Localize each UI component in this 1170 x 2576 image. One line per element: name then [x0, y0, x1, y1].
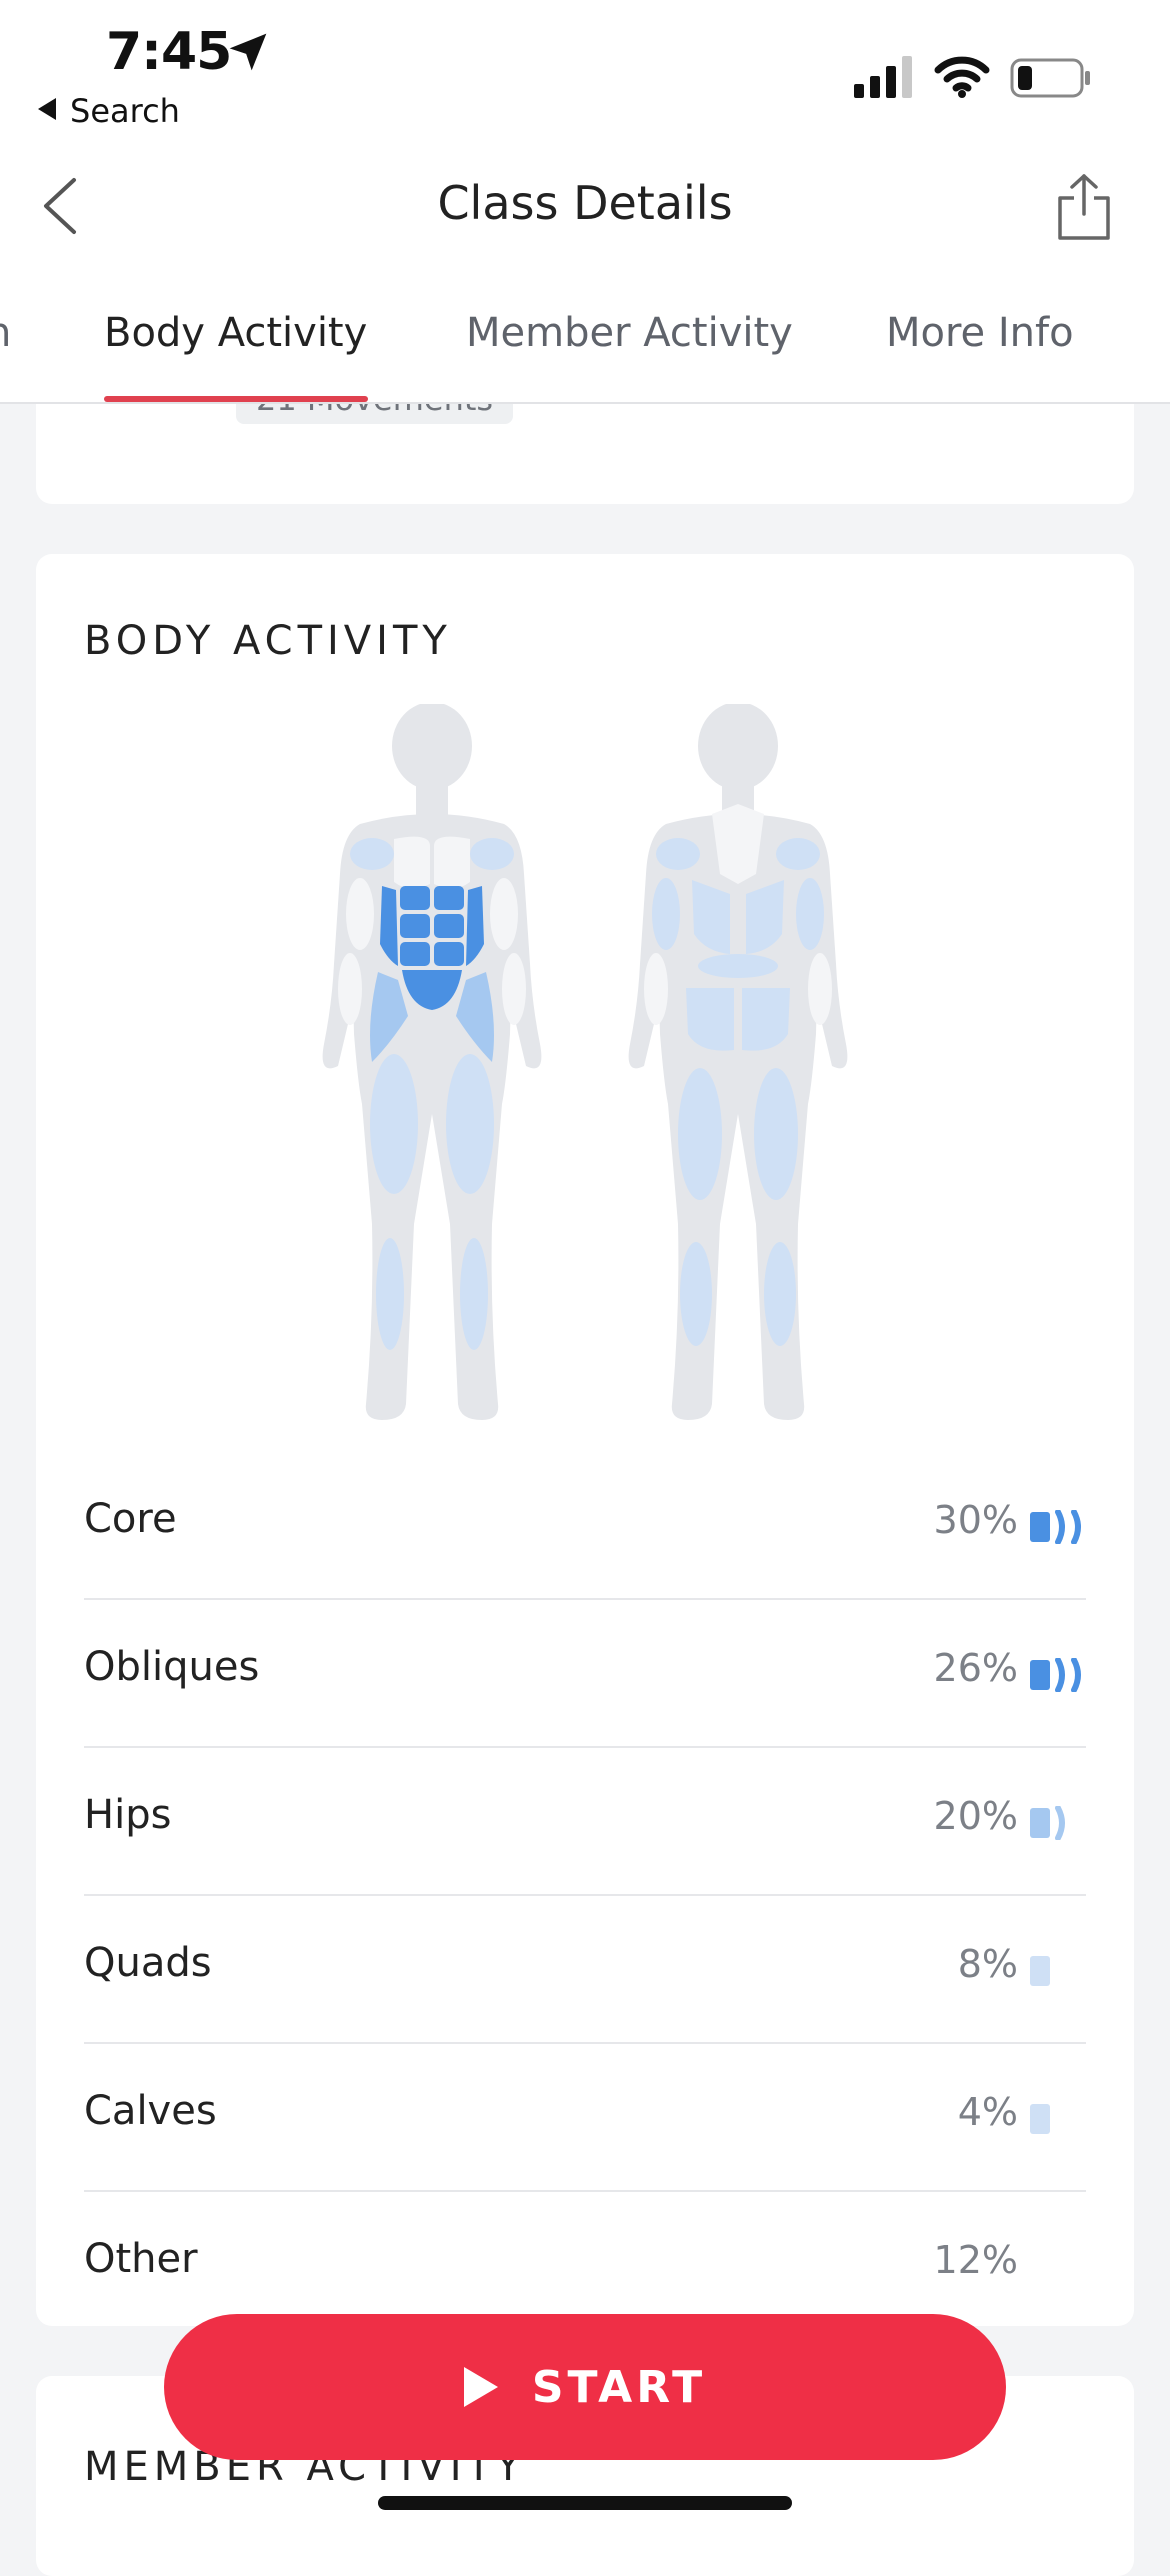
muscle-row-calves: Calves 4%: [84, 2044, 1086, 2192]
intensity-bars-icon: [1030, 1510, 1081, 1544]
movements-chip: 21 Movements: [236, 404, 514, 424]
share-icon[interactable]: [1054, 172, 1114, 242]
muscle-percent: 26%: [933, 1646, 1018, 1690]
start-button-label: START: [531, 2361, 707, 2413]
muscle-label: Quads: [84, 1940, 212, 1986]
back-body-figure: [628, 704, 848, 1420]
muscle-label: Obliques: [84, 1644, 260, 1690]
muscle-row-hips: Hips 20%: [84, 1748, 1086, 1896]
intensity-bars-icon: [1030, 1806, 1065, 1840]
front-body-figure: [322, 704, 542, 1420]
class-overview-card: 21 Movements: [36, 404, 1134, 504]
muscle-label: Hips: [84, 1792, 172, 1838]
tab-bar: n Body Activity Member Activity More Inf…: [0, 262, 1170, 404]
muscle-percent: 20%: [933, 1794, 1018, 1838]
body-activity-heading: BODY ACTIVITY: [84, 618, 452, 664]
navigation-bar: Class Details: [0, 150, 1170, 262]
tab-more-info[interactable]: More Info: [886, 310, 1074, 356]
muscle-label: Core: [84, 1496, 177, 1542]
tab-member-activity[interactable]: Member Activity: [466, 310, 793, 356]
muscle-row-obliques: Obliques 26%: [84, 1600, 1086, 1748]
intensity-bars-icon: [1030, 1956, 1050, 1986]
location-arrow-icon: [229, 33, 267, 71]
muscle-percent: 4%: [957, 2090, 1018, 2134]
body-muscle-map: [322, 704, 848, 1420]
active-tab-indicator: [104, 396, 368, 402]
cellular-signal-icon: [854, 56, 912, 98]
muscle-percent: 12%: [933, 2238, 1018, 2282]
start-button[interactable]: START: [164, 2314, 1006, 2460]
back-to-search-link[interactable]: Search: [38, 92, 180, 130]
muscle-percent: 30%: [933, 1498, 1018, 1542]
home-indicator: [378, 2496, 792, 2510]
status-bar: 7:45 Search: [0, 0, 1170, 150]
intensity-bars-icon: [1030, 2104, 1050, 2134]
tab-body-activity[interactable]: Body Activity: [104, 310, 367, 356]
page-title: Class Details: [437, 176, 733, 230]
play-icon: [463, 2367, 498, 2407]
muscle-row-quads: Quads 8%: [84, 1896, 1086, 2044]
muscle-row-core: Core 30%: [84, 1452, 1086, 1600]
muscle-percent: 8%: [957, 1942, 1018, 1986]
muscle-label: Other: [84, 2236, 198, 2282]
status-time: 7:45: [106, 22, 232, 82]
battery-icon: [1010, 58, 1090, 98]
back-triangle-icon: [38, 98, 56, 120]
body-activity-card: BODY ACTIVITY Core 30% Obliques 26% Hips…: [36, 554, 1134, 2326]
muscle-activity-list: Core 30% Obliques 26% Hips 20% Quads 8% …: [84, 1452, 1086, 2338]
intensity-bars-icon: [1030, 1658, 1081, 1692]
back-search-label: Search: [70, 92, 180, 130]
muscle-label: Calves: [84, 2088, 217, 2134]
tab-partial-previous[interactable]: n: [0, 310, 11, 356]
wifi-icon: [934, 56, 990, 98]
